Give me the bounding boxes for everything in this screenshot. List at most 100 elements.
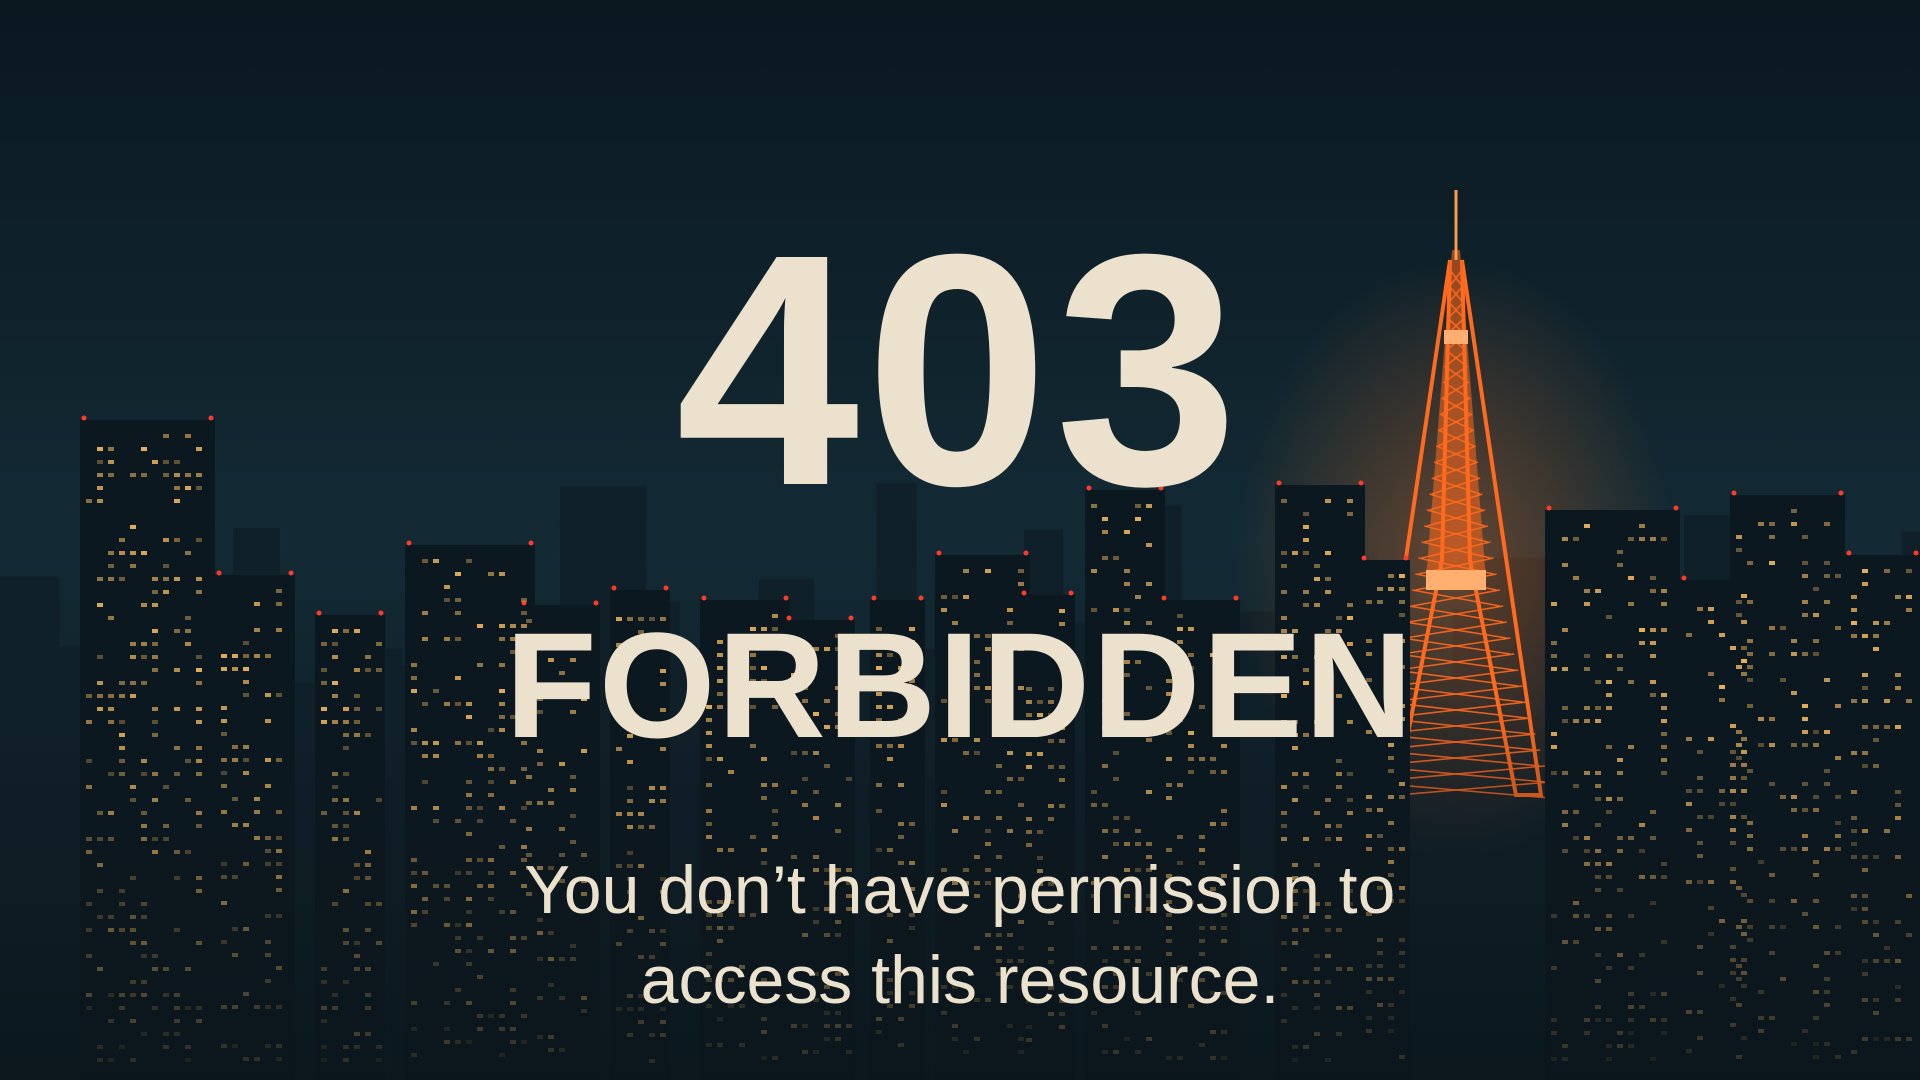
window-light	[163, 577, 169, 581]
window-light	[1377, 587, 1383, 591]
aviation-light	[871, 595, 877, 601]
window-light	[152, 590, 158, 594]
aviation-light	[1068, 590, 1074, 596]
window-light	[152, 629, 158, 633]
window-light	[1736, 613, 1742, 617]
window-light	[422, 559, 428, 563]
window-light	[130, 551, 136, 555]
window-light	[1862, 569, 1868, 573]
window-light	[1851, 595, 1857, 599]
aviation-light	[1361, 555, 1367, 561]
window-light	[1628, 680, 1634, 684]
window-light	[1281, 564, 1287, 568]
window-light	[1018, 582, 1024, 586]
window-light	[1617, 550, 1623, 554]
window-light	[846, 673, 852, 677]
aviation-light	[81, 415, 87, 421]
window-light	[1573, 576, 1579, 580]
window-light	[941, 608, 947, 612]
window-light	[1835, 626, 1841, 630]
window-light	[1007, 608, 1013, 612]
window-light	[1113, 686, 1119, 690]
window-light	[152, 603, 158, 607]
window-light	[1606, 693, 1612, 697]
window-light	[1135, 595, 1141, 599]
window-light	[119, 694, 125, 698]
window-light	[141, 655, 147, 659]
window-light	[174, 577, 180, 581]
window-light	[1791, 691, 1797, 695]
window-light	[761, 627, 767, 631]
aviation-light	[1673, 505, 1679, 511]
window-light	[185, 551, 191, 555]
window-light	[332, 681, 338, 685]
window-light	[887, 653, 893, 657]
window-light	[1135, 517, 1141, 521]
window-light	[499, 637, 505, 641]
window-light	[909, 640, 915, 644]
window-light	[824, 647, 830, 651]
window-light	[616, 617, 622, 621]
window-light	[354, 629, 360, 633]
window-light	[898, 666, 904, 670]
window-light	[1303, 668, 1309, 672]
window-light	[108, 616, 114, 620]
window-light	[1824, 600, 1830, 604]
window-light	[97, 681, 103, 685]
window-light	[1026, 687, 1032, 691]
window-light	[1059, 622, 1065, 626]
window-light	[499, 689, 505, 693]
window-light	[1747, 652, 1753, 656]
window-light	[221, 654, 227, 658]
window-light	[1802, 574, 1808, 578]
window-light	[354, 694, 360, 698]
window-light	[466, 559, 472, 563]
window-light	[1802, 561, 1808, 565]
window-light	[1736, 600, 1742, 604]
window-light	[1719, 633, 1725, 637]
window-light	[1769, 561, 1775, 565]
window-light	[332, 629, 338, 633]
window-light	[174, 668, 180, 672]
window-light	[276, 589, 282, 593]
aviation-light	[1161, 595, 1167, 601]
window-light	[422, 637, 428, 641]
window-light	[1824, 561, 1830, 565]
window-light	[791, 686, 797, 690]
window-light	[717, 653, 723, 657]
window-light	[1595, 589, 1601, 593]
window-light	[1347, 512, 1353, 516]
window-light	[1026, 635, 1032, 639]
window-light	[130, 694, 136, 698]
window-light	[813, 647, 819, 651]
window-light	[909, 666, 915, 670]
window-light	[1813, 587, 1819, 591]
window-light	[1906, 569, 1912, 573]
window-light	[321, 668, 327, 672]
window-light	[174, 486, 180, 490]
window-light	[750, 666, 756, 670]
window-light	[376, 642, 382, 646]
window-light	[1177, 614, 1183, 618]
window-light	[1813, 639, 1819, 643]
window-light	[521, 598, 527, 602]
window-light	[1303, 681, 1309, 685]
window-light	[537, 645, 543, 649]
window-light	[1037, 635, 1043, 639]
window-light	[1584, 589, 1590, 593]
window-light	[332, 642, 338, 646]
window-light	[963, 673, 969, 677]
aviation-light	[918, 595, 924, 601]
aviation-light	[216, 570, 222, 576]
window-light	[1747, 561, 1753, 565]
window-light	[1747, 600, 1753, 604]
window-light	[1102, 530, 1108, 534]
window-light	[141, 551, 147, 555]
window-light	[1347, 499, 1353, 503]
window-light	[1741, 672, 1747, 676]
window-light	[1617, 563, 1623, 567]
window-light	[521, 650, 527, 654]
window-light	[1102, 660, 1108, 664]
window-light	[1741, 620, 1747, 624]
window-light	[97, 499, 103, 503]
